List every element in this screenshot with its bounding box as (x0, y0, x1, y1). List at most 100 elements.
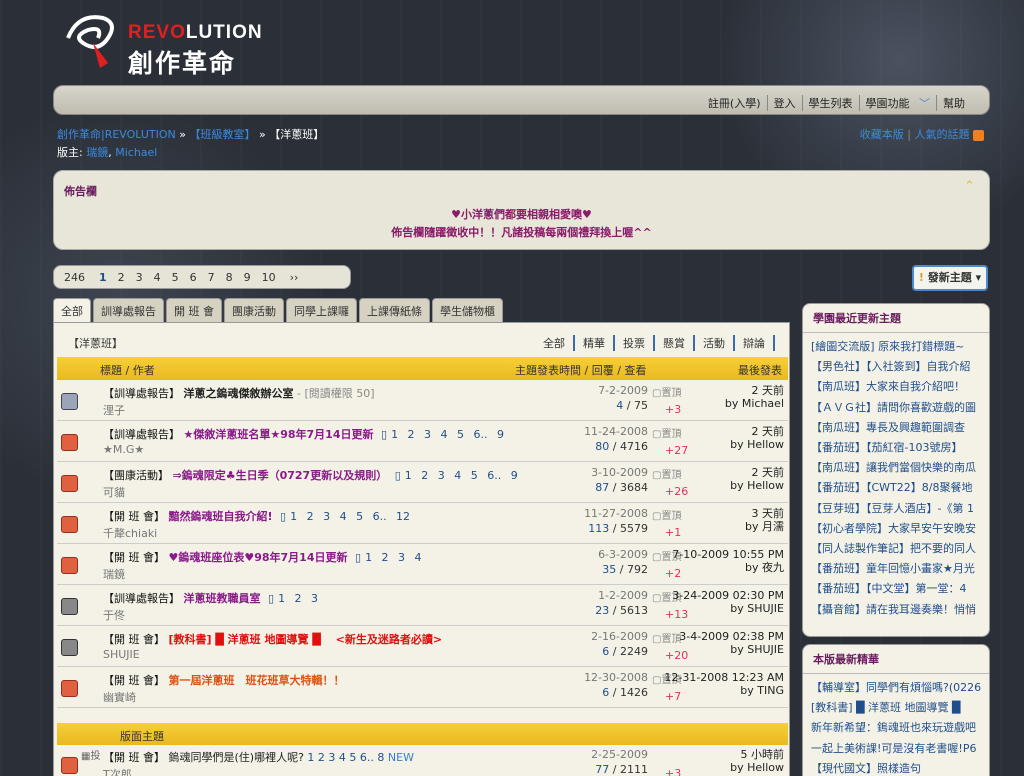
thread-author[interactable]: 瑞鏡 (103, 566, 125, 582)
side-topic-link[interactable]: 【番茄班】童年回憶小畫家★月光 (803, 559, 989, 579)
new-thread-button[interactable]: ! 發新主題 ▾ (912, 265, 988, 291)
page-link[interactable]: 4 (154, 271, 161, 284)
page-link[interactable]: 5 (172, 271, 179, 284)
thread-pages[interactable]: 1 2 3 4 5 6.. 9 (391, 428, 504, 441)
thread-title[interactable]: 黯然鎢魂班自我介紹! (169, 510, 273, 523)
table-row[interactable]: 【訓導處報告】 洋蔥班教職員室 ▯ 1 2 3 于佟 1-2-2009 23 / 561… (57, 586, 788, 626)
table-row[interactable]: 【訓導處報告】 洋蔥之鎢魂傑敘辦公室 - [閱讀權限 50] 浬子 7-2-200… (57, 381, 788, 421)
table-row[interactable]: ▦投 【開 班 會】 鎢魂同學們是(住)哪裡人呢? 1 2 3 4 5 6.. … (57, 745, 788, 776)
tab-meeting[interactable]: 開 班 會 (166, 298, 222, 323)
page-link[interactable]: 3 (136, 271, 143, 284)
thread-author[interactable]: 可貓 (103, 484, 125, 500)
nav-help[interactable]: 幫助 (936, 95, 971, 111)
thread-title[interactable]: 洋蔥班教職員室 (184, 592, 261, 605)
last-post[interactable]: 3 天前 by 月濡 (745, 507, 784, 533)
last-post[interactable]: 12-31-2008 12:23 AM by TING (664, 671, 784, 697)
last-post[interactable]: 7-10-2009 10:55 PM by 夜九 (672, 548, 784, 574)
thread-title[interactable]: ⇒鎢魂限定♣生日季（0727更新以及規則） (173, 469, 388, 482)
side-topic-link[interactable]: [教科書] █ 洋蔥班 地圖導覽 █ (803, 698, 989, 718)
page-link[interactable]: 9 (244, 271, 251, 284)
last-post[interactable]: 2 天前 by Michael (725, 384, 784, 410)
rss-icon[interactable] (973, 129, 984, 141)
tab-notice[interactable]: 訓導處報告 (93, 298, 164, 323)
filter-debate[interactable]: 辯論 (735, 335, 775, 351)
breadcrumb-category[interactable]: 【班級教室】 (190, 128, 256, 141)
table-row[interactable]: 【開 班 會】 ♥鎢魂班座位表♥98年7月14日更新 ▯ 1 2 3 4 瑞鏡 6-3… (57, 545, 788, 585)
side-topic-link[interactable]: 【南瓜班】大家來自我介紹吧！ (803, 377, 989, 397)
next-page-link[interactable]: ›› (290, 271, 299, 284)
filter-poll[interactable]: 投票 (615, 335, 655, 351)
last-post[interactable]: 3-24-2009 02:30 PM by SHUJIE (672, 589, 784, 615)
filter-digest[interactable]: 精華 (575, 335, 615, 351)
thread-pages[interactable]: 1 2 3 4 (365, 551, 421, 564)
filter-reward[interactable]: 懸賞 (655, 335, 695, 351)
table-row[interactable]: 【訓導處報告】 ★傑敘洋蔥班名單★98年7月14日更新 ▯ 1 2 3 4 5 6… (57, 422, 788, 462)
thread-title[interactable]: 洋蔥之鎢魂傑敘辦公室 (184, 387, 294, 400)
moderator-link[interactable]: Michael (115, 146, 157, 159)
favorite-link[interactable]: 收藏本版 (860, 128, 904, 141)
side-topic-link[interactable]: 【同人誌製作筆記】把不要的同人 (803, 539, 989, 559)
page-link[interactable]: 1 (99, 271, 107, 284)
last-post[interactable]: 3-4-2009 02:38 PM by SHUJIE (679, 630, 784, 656)
nav-students[interactable]: 學生列表 (801, 95, 859, 111)
collapse-icon[interactable]: ⌃ (964, 179, 975, 194)
thread-title[interactable]: ★傑敘洋蔥班名單★98年7月14日更新 (184, 428, 374, 441)
tab-notes[interactable]: 上課傳紙條 (359, 298, 430, 323)
side-topic-link[interactable]: 【現代國文】照樣造句 (803, 759, 989, 776)
filter-all[interactable]: 全部 (535, 335, 575, 351)
thread-author[interactable]: 幽實崎 (103, 689, 136, 705)
moderator-link[interactable]: 瑞鏡 (86, 146, 108, 159)
thread-title[interactable]: 第一屆洋蔥班 班花班草大特輯！！ (169, 674, 345, 687)
side-topic-link[interactable]: 【豆芽班】【豆芽人酒店】-《第 1 (803, 499, 989, 519)
side-topic-link[interactable]: [繪圖交流版] 原來我打錯標題~ (803, 337, 989, 357)
thread-author[interactable]: T次郎 (103, 766, 132, 776)
thread-author[interactable]: 浬子 (103, 402, 125, 418)
last-post[interactable]: 2 天前 by Hellow (730, 425, 784, 451)
side-topic-link[interactable]: 【南瓜班】讓我們當個快樂的南瓜 (803, 458, 989, 478)
page-link[interactable]: 7 (208, 271, 215, 284)
thread-pages[interactable]: 1 2 3 4 5 6.. 9 (405, 469, 518, 482)
thread-title[interactable]: ♥鎢魂班座位表♥98年7月14日更新 (169, 551, 348, 564)
side-topic-link[interactable]: 【初心者學院】大家早安午安晚安 (803, 519, 989, 539)
table-row[interactable]: 【開 班 會】 [教科書] █ 洋蔥班 地圖導覽 █ <新生及迷路者必讀> SH… (57, 627, 788, 667)
last-post[interactable]: 2 天前 by Hellow (730, 466, 784, 492)
tab-activity[interactable]: 團康活動 (224, 298, 284, 323)
page-link[interactable]: 6 (190, 271, 197, 284)
nav-functions[interactable]: 學園功能 ﹀ (858, 95, 937, 111)
last-post[interactable]: 5 小時前 by Hellow (730, 748, 784, 774)
side-topic-link[interactable]: 【男色社】【入社簽到】自我介紹 (803, 357, 989, 377)
side-topic-link[interactable]: 【ＡＶＧ社】請問你喜歡遊戲的圖 (803, 398, 989, 418)
table-row[interactable]: 【團康活動】 ⇒鎢魂限定♣生日季（0727更新以及規則） ▯ 1 2 3 4 5 … (57, 463, 788, 503)
thread-title[interactable]: [教科書] █ 洋蔥班 地圖導覽 █ <新生及迷路者必讀> (169, 633, 443, 646)
page-link[interactable]: 8 (226, 271, 233, 284)
side-topic-link[interactable]: 新年新希望：鎢魂班也來玩遊戲吧 (803, 718, 989, 738)
hot-topics-link[interactable]: 人氣的話題 (915, 128, 970, 141)
thread-pages[interactable]: 1 2 3 (278, 592, 318, 605)
thread-author[interactable]: ★M.G★ (103, 443, 144, 456)
side-topic-link[interactable]: 一起上美術課!可是沒有老書喔!P6 (803, 739, 989, 759)
side-topic-link[interactable]: 【番茄班】【茄紅宿-103號房】 (803, 438, 989, 458)
side-topic-link[interactable]: 【攝音館】請在我耳邊奏樂！悄悄 (803, 600, 989, 620)
filter-event[interactable]: 活動 (695, 335, 735, 351)
table-row[interactable]: 【開 班 會】 黯然鎢魂班自我介紹! ▯ 1 2 3 4 5 6.. 12 千犛ch… (57, 504, 788, 544)
tab-class[interactable]: 同學上課囉 (286, 298, 357, 323)
side-topic-link[interactable]: 【南瓜班】專長及興趣範圍調查 (803, 418, 989, 438)
side-topic-link[interactable]: 【番茄班】【CWT22】8/8聚餐地 (803, 478, 989, 498)
thread-pages[interactable]: 1 2 3 4 5 6.. 8 (307, 751, 384, 764)
side-topic-link[interactable]: 【番茄班】【中文堂】第一堂：4 (803, 579, 989, 599)
nav-login[interactable]: 登入 (766, 95, 802, 111)
table-row[interactable]: 【開 班 會】 第一屆洋蔥班 班花班草大特輯！！ 幽實崎 12-30-2008 6 … (57, 668, 788, 708)
thread-title[interactable]: 鎢魂同學們是(住)哪裡人呢? (169, 751, 304, 764)
tab-locker[interactable]: 學生儲物櫃 (432, 298, 503, 323)
thread-author[interactable]: 千犛chiaki (103, 525, 157, 541)
thread-author[interactable]: SHUJIE (103, 648, 140, 661)
thread-pages[interactable]: 1 2 3 4 5 6.. 12 (290, 510, 410, 523)
breadcrumb-home[interactable]: 創作革命|REVOLUTION (57, 128, 176, 141)
thread-author[interactable]: 于佟 (103, 607, 125, 623)
page-link[interactable]: 10 (262, 271, 276, 284)
side-topic-link[interactable]: 【輔導室】同學們有煩惱嗎?(0226 (803, 678, 989, 698)
page-link[interactable]: 2 (118, 271, 125, 284)
tab-all[interactable]: 全部 (53, 298, 91, 323)
site-logo[interactable]: REVOLUTION 創作革命 (58, 8, 278, 78)
nav-register[interactable]: 註冊(入學) (702, 95, 767, 111)
